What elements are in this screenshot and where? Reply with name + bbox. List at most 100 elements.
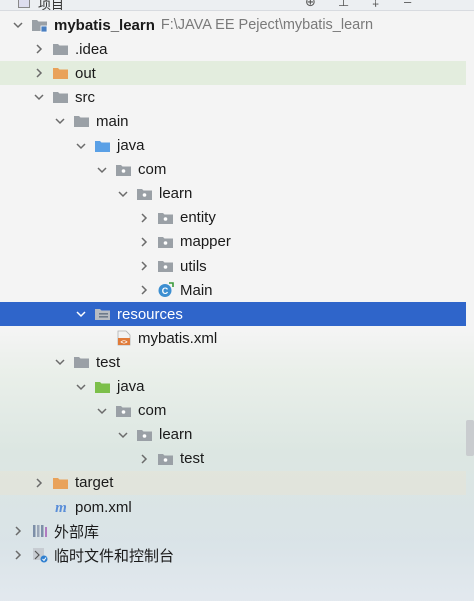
tree-node-label: 临时文件和控制台 — [54, 547, 175, 565]
folder-blue-icon — [94, 138, 112, 154]
tree-node-utils[interactable]: utils — [0, 254, 466, 278]
package-icon — [115, 162, 133, 178]
tree-node-label: pom.xml — [75, 498, 132, 516]
chevron-right-icon[interactable] — [137, 235, 151, 249]
tree-node-label: test — [180, 450, 205, 468]
svg-text:m: m — [55, 500, 67, 515]
tree-node-resources[interactable]: resources — [0, 302, 466, 327]
locate-icon[interactable]: ⊕ — [305, 0, 316, 10]
tree-node-label: resources — [117, 305, 183, 323]
tree-node-label: learn — [159, 426, 193, 444]
tree-node-out[interactable]: out — [0, 61, 466, 86]
project-panel-title[interactable]: 项目 — [38, 0, 64, 10]
tree-node-label: com — [138, 161, 167, 179]
tree-node-label: .idea — [75, 40, 108, 58]
folder-gray-icon — [73, 113, 91, 129]
tree-node-label: test — [96, 353, 121, 371]
package-icon — [136, 427, 154, 443]
project-view-icon[interactable] — [18, 0, 30, 8]
chevron-right-icon[interactable] — [11, 524, 25, 538]
tree-node-test[interactable]: test — [0, 350, 466, 374]
scratches-icon — [31, 547, 49, 563]
tree-node-test[interactable]: test — [0, 447, 466, 471]
tree-node-java[interactable]: java — [0, 375, 466, 399]
tree-node-java[interactable]: java — [0, 134, 466, 158]
tree-node-main[interactable]: main — [0, 109, 466, 133]
chevron-down-icon[interactable] — [74, 380, 88, 394]
vertical-scrollbar[interactable] — [466, 420, 474, 456]
tree-node-label: 外部库 — [54, 523, 100, 541]
tree-node-label: mapper — [180, 233, 231, 251]
tree-node-pom-xml[interactable]: m pom.xml — [0, 495, 466, 519]
xml-file-icon: <> — [115, 330, 133, 346]
chevron-down-icon[interactable] — [53, 355, 67, 369]
tree-node-label: java — [117, 378, 145, 395]
chevron-down-icon[interactable] — [95, 404, 109, 418]
tree-node-label: out — [75, 64, 96, 82]
chevron-down-icon[interactable] — [32, 90, 46, 104]
collapse-all-icon[interactable]: ⊥ — [338, 0, 349, 10]
folder-green-icon — [94, 379, 112, 395]
chevron-down-icon[interactable] — [11, 18, 25, 32]
tree-node-target[interactable]: target — [0, 470, 466, 495]
hide-panel-icon[interactable]: – — [404, 0, 411, 9]
tree-node-entity[interactable]: entity — [0, 206, 466, 230]
package-icon — [157, 234, 175, 250]
chevron-right-icon[interactable] — [137, 283, 151, 297]
module-folder-icon — [31, 17, 49, 33]
tree-node-label: main — [96, 112, 129, 130]
java-class-icon: C — [157, 282, 175, 298]
folder-orange-icon — [52, 65, 70, 81]
tree-node-com[interactable]: com — [0, 399, 466, 423]
package-icon — [157, 210, 175, 226]
chevron-down-icon[interactable] — [74, 307, 88, 321]
chevron-right-icon[interactable] — [11, 548, 25, 562]
chevron-down-icon[interactable] — [95, 163, 109, 177]
tree-node-mybatis-xml[interactable]: <> mybatis.xml — [0, 326, 466, 350]
chevron-down-icon[interactable] — [53, 114, 67, 128]
chevron-right-icon[interactable] — [32, 476, 46, 490]
tree-node-idea[interactable]: .idea — [0, 37, 466, 61]
tree-node-[interactable]: 临时文件和控制台 — [0, 543, 466, 567]
folder-orange-icon — [52, 475, 70, 491]
tree-node-[interactable]: 外部库 — [0, 519, 466, 543]
chevron-right-icon[interactable] — [137, 452, 151, 466]
tree-node-label: learn — [159, 185, 193, 203]
svg-text:C: C — [162, 286, 169, 296]
chevron-right-icon[interactable] — [32, 66, 46, 80]
package-icon — [136, 186, 154, 202]
chevron-down-icon[interactable] — [116, 428, 130, 442]
package-icon — [157, 451, 175, 467]
tree-node-label: src — [75, 88, 95, 106]
package-icon — [157, 258, 175, 274]
tree-node-learn[interactable]: learn — [0, 182, 466, 206]
resources-folder-icon — [94, 306, 112, 322]
folder-gray-icon — [52, 41, 70, 57]
tree-node-mapper[interactable]: mapper — [0, 230, 466, 254]
tree-node-label: mybatis.xml — [138, 329, 218, 347]
external-libraries-icon — [31, 523, 49, 539]
svg-text:<>: <> — [120, 340, 128, 346]
folder-gray-icon — [73, 354, 91, 370]
tree-node-label: com — [138, 402, 167, 420]
maven-pom-icon: m — [52, 499, 70, 515]
chevron-right-icon[interactable] — [32, 42, 46, 56]
project-toolbar: 项目 ⊕ ⊥ ‡ – — [0, 0, 474, 11]
chevron-right-icon[interactable] — [137, 259, 151, 273]
tree-node-label: entity — [180, 209, 216, 227]
project-path: F:\JAVA EE Peject\mybatis_learn — [160, 17, 374, 33]
tree-node-src[interactable]: src — [0, 85, 466, 109]
package-icon — [115, 403, 133, 419]
tree-node-learn[interactable]: learn — [0, 423, 466, 447]
chevron-down-icon[interactable] — [74, 139, 88, 153]
tree-node-label: java — [117, 137, 145, 154]
chevron-down-icon[interactable] — [116, 187, 130, 201]
tree-node-com[interactable]: com — [0, 158, 466, 182]
chevron-right-icon[interactable] — [137, 211, 151, 225]
tree-node-mybatis-learn[interactable]: mybatis_learn F:\JAVA EE Peject\mybatis_l… — [0, 13, 466, 37]
tree-node-main[interactable]: C Main — [0, 278, 466, 302]
options-icon[interactable]: ‡ — [372, 0, 379, 9]
folder-gray-icon — [52, 89, 70, 105]
